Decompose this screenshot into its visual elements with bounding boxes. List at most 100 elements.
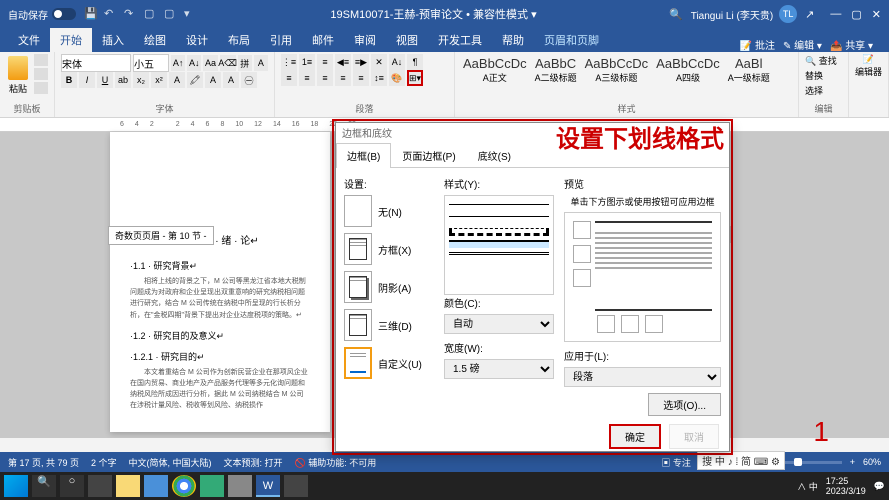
align-right-icon[interactable]: ≡ xyxy=(317,70,333,86)
tab-insert[interactable]: 插入 xyxy=(92,28,134,52)
focus-mode[interactable]: ▣ 专注 xyxy=(661,456,691,469)
tab-layout[interactable]: 布局 xyxy=(218,28,260,52)
font-size-select[interactable] xyxy=(133,54,169,72)
bullets-icon[interactable]: ⋮≡ xyxy=(281,54,297,70)
close-icon[interactable]: ✕ xyxy=(872,8,881,21)
font-color-icon[interactable]: A xyxy=(205,72,221,88)
superscript-icon[interactable]: x² xyxy=(151,72,167,88)
border-left-icon[interactable] xyxy=(597,315,615,333)
border-vmid-icon[interactable] xyxy=(621,315,639,333)
style-item[interactable]: AaBbCcDcA四级 xyxy=(656,56,720,84)
setting-none[interactable]: 无(N) xyxy=(344,195,434,227)
style-item[interactable]: AaBbCA二级标题 xyxy=(535,56,577,84)
change-case-icon[interactable]: Aa xyxy=(203,55,217,71)
editor-button[interactable]: 📝编辑器 xyxy=(855,54,882,78)
store-icon[interactable] xyxy=(144,475,168,497)
decrease-indent-icon[interactable]: ◀≡ xyxy=(335,54,351,70)
page[interactable]: 第 1 章 · 绪 · 论↵ ·1.1 · 研究背景↵ 相将上线的背景之下，M … xyxy=(110,132,330,432)
color-combo[interactable]: 自动 xyxy=(444,314,554,334)
highlight-icon[interactable]: 🖍 xyxy=(187,72,203,88)
align-center-icon[interactable]: ≡ xyxy=(299,70,315,86)
save-icon[interactable]: 💾 xyxy=(84,7,98,21)
style-listbox[interactable] xyxy=(444,195,554,295)
tab-home[interactable]: 开始 xyxy=(50,28,92,52)
undo-icon[interactable]: ↶ xyxy=(104,7,118,21)
redo-icon[interactable]: ↷ xyxy=(124,7,138,21)
replace-button[interactable]: 替换 xyxy=(805,69,842,82)
multilevel-icon[interactable]: ≡ xyxy=(317,54,333,70)
tab-references[interactable]: 引用 xyxy=(260,28,302,52)
user-account[interactable]: Tiangui Li (李天贵) TL xyxy=(691,5,797,23)
chrome-icon[interactable] xyxy=(172,475,196,497)
dlg-tab-border[interactable]: 边框(B) xyxy=(336,143,391,168)
tab-review[interactable]: 审阅 xyxy=(344,28,386,52)
paste-button[interactable]: 粘贴 xyxy=(6,54,30,102)
setting-custom[interactable]: 自定义(U) xyxy=(344,347,434,379)
tab-draw[interactable]: 绘图 xyxy=(134,28,176,52)
tab-view[interactable]: 视图 xyxy=(386,28,428,52)
subscript-icon[interactable]: x₂ xyxy=(133,72,149,88)
text-predict[interactable]: 文本预测: 打开 xyxy=(224,456,283,469)
language[interactable]: 中文(简体, 中国大陆) xyxy=(129,456,212,469)
app-icon-2[interactable] xyxy=(284,475,308,497)
grow-font-icon[interactable]: A↑ xyxy=(171,55,185,71)
dlg-tab-page-border[interactable]: 页面边框(P) xyxy=(391,143,466,167)
shrink-font-icon[interactable]: A↓ xyxy=(187,55,201,71)
width-combo[interactable]: 1.5 磅 xyxy=(444,359,554,379)
italic-icon[interactable]: I xyxy=(79,72,95,88)
apply-combo[interactable]: 段落 xyxy=(564,367,721,387)
border-bottom-icon[interactable] xyxy=(573,269,591,287)
copy-icon[interactable] xyxy=(34,68,48,80)
cut-icon[interactable] xyxy=(34,54,48,66)
zoom-in-icon[interactable]: + xyxy=(850,457,855,467)
borders-button[interactable]: ⊞▾ xyxy=(407,70,423,86)
start-button[interactable] xyxy=(4,475,28,497)
enclose-char-icon[interactable]: ㊀ xyxy=(241,72,257,88)
style-item[interactable]: AaBbCcDcA三级标题 xyxy=(585,56,649,84)
search-icon[interactable]: 🔍 xyxy=(669,8,683,21)
page-count[interactable]: 第 17 页, 共 79 页 xyxy=(8,456,79,469)
underline-icon[interactable]: U xyxy=(97,72,113,88)
qat-icon-5[interactable]: ▢ xyxy=(164,7,178,21)
char-shading-icon[interactable]: A xyxy=(223,72,239,88)
cancel-button[interactable]: 取消 xyxy=(669,424,719,449)
editing-button[interactable]: ✎ 编辑 ▾ xyxy=(783,37,822,52)
show-marks-icon[interactable]: ¶ xyxy=(407,54,423,70)
asian-layout-icon[interactable]: ✕ xyxy=(371,54,387,70)
strike-icon[interactable]: ab xyxy=(115,72,131,88)
qat-icon-4[interactable]: ▢ xyxy=(144,7,158,21)
style-item[interactable]: AaBlA一级标题 xyxy=(728,56,770,84)
setting-3d[interactable]: 三维(D) xyxy=(344,309,434,341)
app-icon[interactable] xyxy=(200,475,224,497)
setting-box[interactable]: 方框(X) xyxy=(344,233,434,265)
phonetic-icon[interactable]: 拼 xyxy=(238,55,252,71)
border-hmid-icon[interactable] xyxy=(573,245,591,263)
border-right-icon[interactable] xyxy=(645,315,663,333)
explorer-icon[interactable] xyxy=(116,475,140,497)
text-effects-icon[interactable]: A xyxy=(169,72,185,88)
notification-icon[interactable]: 💬 xyxy=(874,481,885,492)
tab-developer[interactable]: 开发工具 xyxy=(428,28,492,52)
minimize-icon[interactable]: — xyxy=(830,8,841,21)
word-count[interactable]: 2 个字 xyxy=(91,456,117,469)
tab-design[interactable]: 设计 xyxy=(176,28,218,52)
setting-shadow[interactable]: 阴影(A) xyxy=(344,271,434,303)
tab-header-footer[interactable]: 页眉和页脚 xyxy=(534,28,609,52)
format-painter-icon[interactable] xyxy=(34,82,48,94)
autosave-toggle[interactable] xyxy=(52,8,76,20)
style-item[interactable]: AaBbCcDcA正文 xyxy=(463,56,527,84)
accessibility[interactable]: 🚫 辅助功能: 不可用 xyxy=(295,456,377,469)
line-spacing-icon[interactable]: ↕≡ xyxy=(371,70,387,86)
find-button[interactable]: 🔍 查找 xyxy=(805,54,842,67)
shading-icon[interactable]: 🎨 xyxy=(389,70,405,86)
options-button[interactable]: 选项(O)... xyxy=(648,393,721,416)
border-top-icon[interactable] xyxy=(573,221,591,239)
clear-format-icon[interactable]: A⌫ xyxy=(220,55,236,71)
tab-help[interactable]: 帮助 xyxy=(492,28,534,52)
comments-button[interactable]: 📝 批注 xyxy=(740,37,775,52)
font-name-select[interactable] xyxy=(61,54,131,72)
folder-icon[interactable] xyxy=(228,475,252,497)
search-icon[interactable]: 🔍 xyxy=(32,475,56,497)
ok-button[interactable]: 确定 xyxy=(609,424,661,449)
sort-icon[interactable]: A↓ xyxy=(389,54,405,70)
